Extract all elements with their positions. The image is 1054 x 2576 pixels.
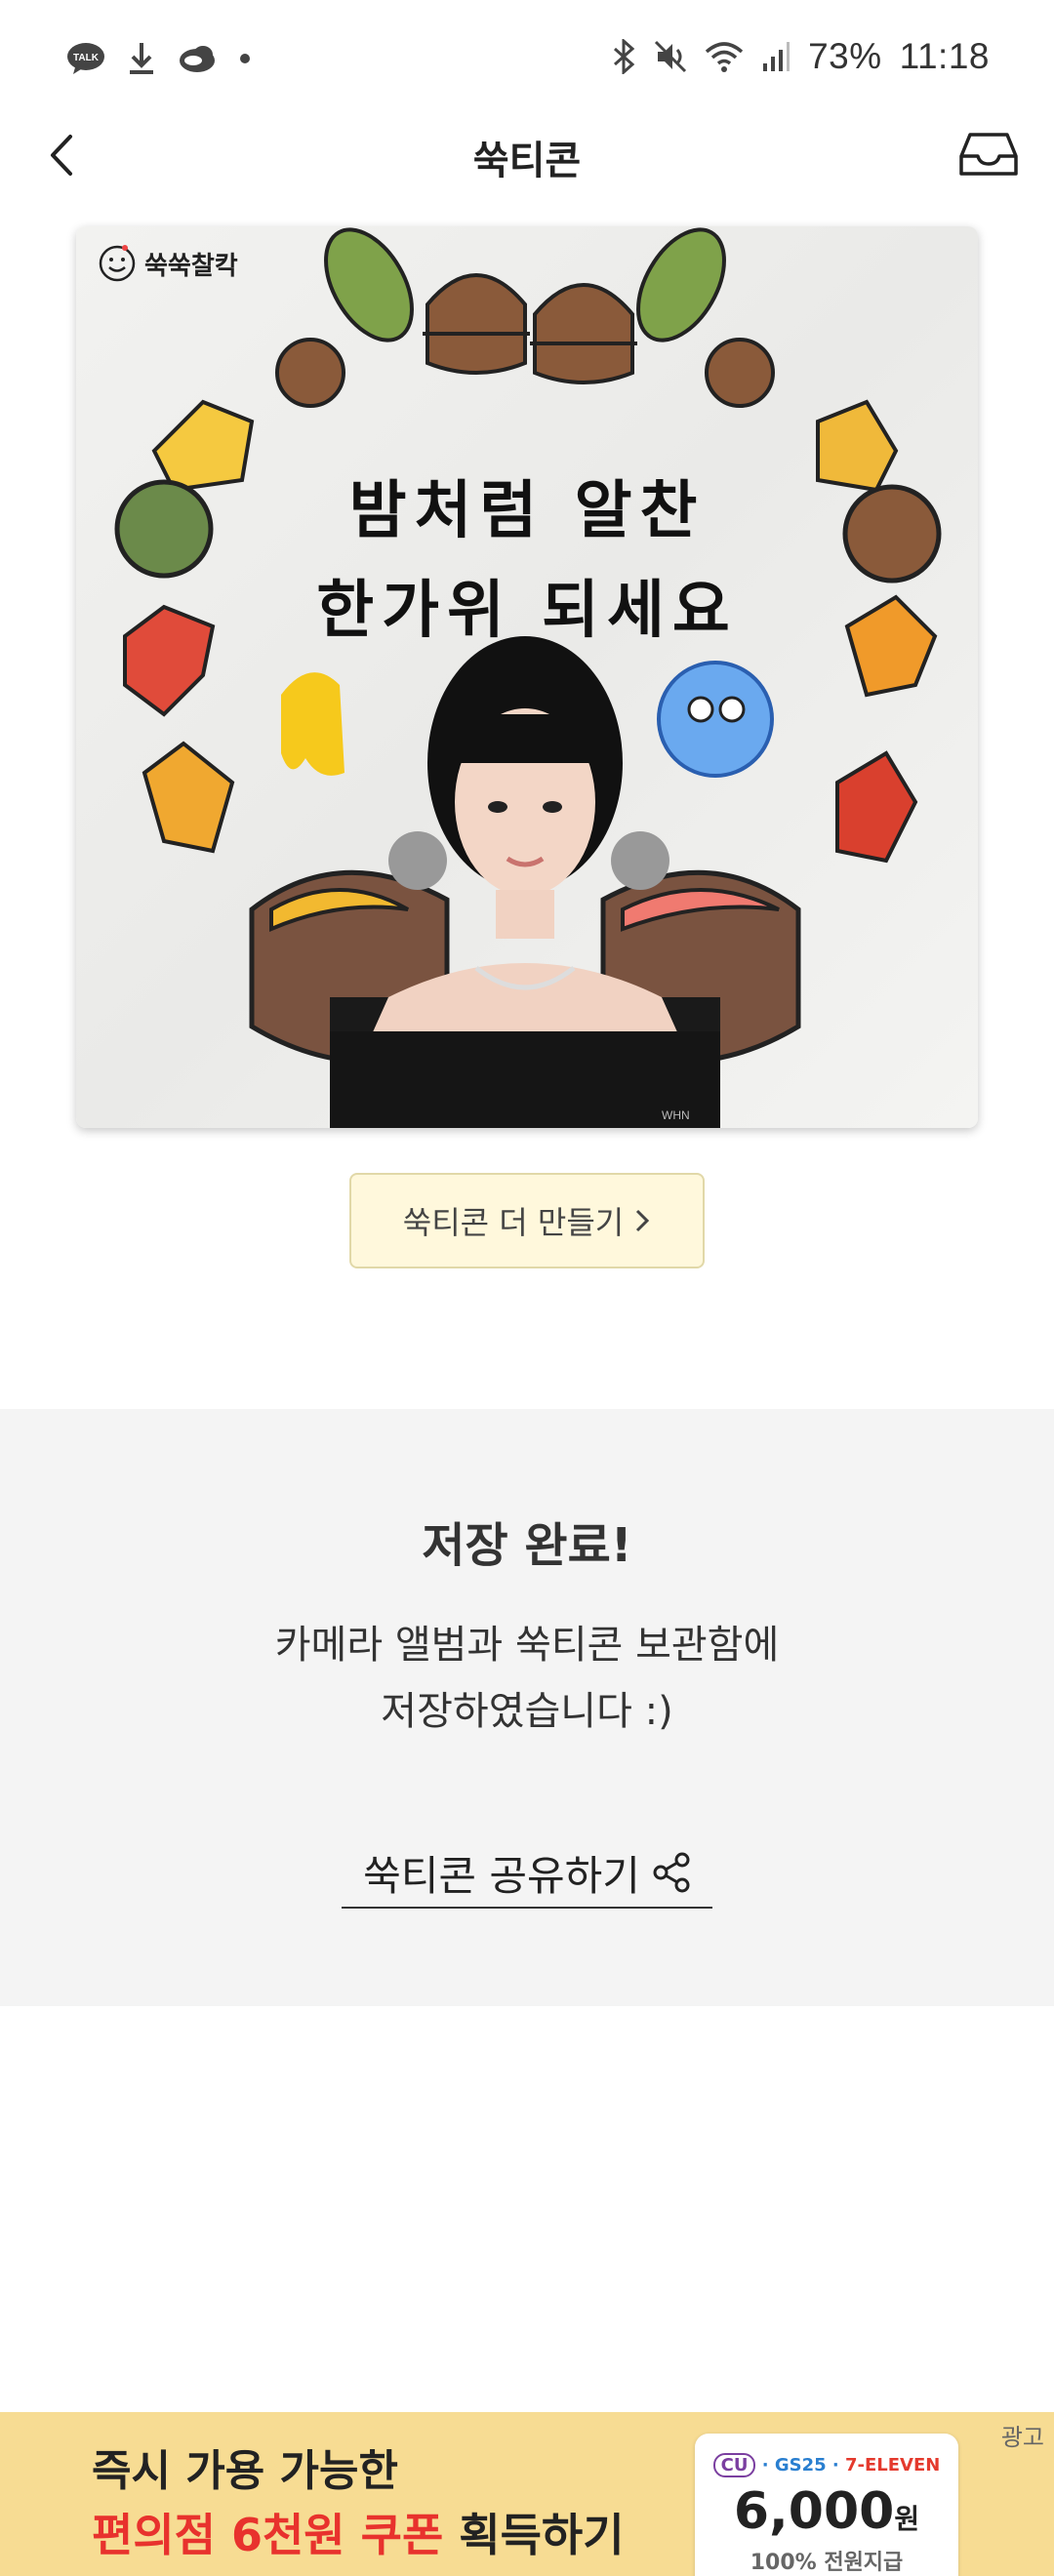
storage-box-button[interactable] (956, 127, 1021, 181)
sticker-caption-line1: 밤처럼 알찬 (348, 475, 706, 547)
coupon-brands: CU · GS25 · 7-ELEVEN (695, 2453, 958, 2477)
save-message-line1: 카메라 앨범과 쑥티콘 보관함에 (274, 1623, 780, 1668)
brand-cu: CU (712, 2453, 756, 2477)
portrait-photo: WHN (330, 636, 720, 1128)
coupon-amount-value: 6,000 (733, 2482, 895, 2541)
download-icon (127, 41, 156, 76)
ad-headline-line1: 즉시 가용 가능한 (92, 2446, 398, 2496)
chevron-right-icon (636, 1209, 650, 1232)
coupon-amount: 6,000원 (695, 2482, 958, 2541)
save-complete-panel: 저장 완료! 카메라 앨범과 쑥티콘 보관함에 저장하였습니다 :) 쑥티콘 공… (0, 1409, 1054, 2006)
signal-icon (761, 40, 790, 73)
ad-headline-line2: 편의점 6천원 쿠폰 획득하기 (92, 2500, 625, 2564)
brand-gs25: GS25 (774, 2455, 827, 2475)
svg-text:TALK: TALK (73, 53, 100, 63)
coupon-card: CU · GS25 · 7-ELEVEN 6,000원 100% 전원지급 (695, 2434, 958, 2576)
save-complete-message: 카메라 앨범과 쑥티콘 보관함에 저장하였습니다 :) (0, 1612, 1054, 1745)
share-icon (653, 1852, 690, 1893)
dot-icon (238, 52, 252, 65)
make-more-stickers-button[interactable]: 쑥티콘 더 만들기 (349, 1173, 705, 1268)
battery-level: 73% (808, 36, 882, 76)
status-right: 73% 11:18 (611, 29, 990, 84)
coupon-subtext: 100% 전원지급 (750, 2551, 904, 2575)
status-bar: TALK 73% 11:18 (0, 0, 1054, 115)
wifi-icon (705, 40, 744, 73)
app-header: 쑥티콘 (0, 115, 1054, 195)
share-label: 쑥티콘 공유하기 (363, 1851, 640, 1900)
share-sticker-button[interactable]: 쑥티콘 공유하기 (342, 1838, 712, 1909)
inbox-icon (959, 133, 1018, 176)
coupon-amount-unit: 원 (894, 2503, 920, 2535)
bluetooth-icon (611, 39, 636, 74)
save-complete-title: 저장 완료! (422, 1518, 632, 1573)
clock: 11:18 (899, 36, 990, 76)
sticker-preview: 쑥쑥찰칵 밤처럼 알찬 한가위 되세요 WHN (76, 226, 978, 1128)
page-title: 쑥티콘 (472, 139, 582, 183)
ad-label: 광고 (1000, 2424, 1044, 2451)
status-left-icons: TALK (66, 37, 252, 80)
ad-highlight: 편의점 6천원 쿠폰 (92, 2509, 444, 2561)
talk-icon: TALK (66, 42, 105, 75)
save-message-line2: 저장하였습니다 :) (381, 1689, 673, 1734)
brand-7eleven: 7-ELEVEN (845, 2455, 941, 2475)
mute-icon (654, 40, 687, 73)
watermark-text: WHN (662, 1108, 690, 1122)
make-more-label: 쑥티콘 더 만들기 (402, 1204, 625, 1241)
ad-banner[interactable]: 즉시 가용 가능한 편의점 6천원 쿠폰 획득하기 광고 CU · GS25 ·… (0, 2412, 1054, 2576)
cloud-icon (178, 43, 217, 74)
ad-action: 획득하기 (443, 2509, 625, 2561)
